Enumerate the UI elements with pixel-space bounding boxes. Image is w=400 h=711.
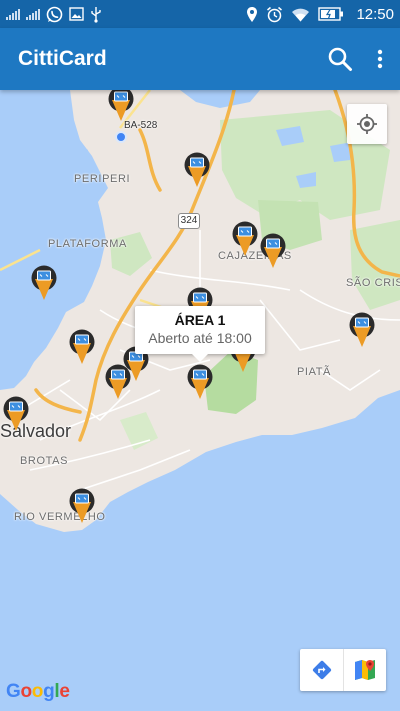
station-marker[interactable] <box>2 396 30 432</box>
station-marker[interactable] <box>68 488 96 524</box>
google-maps-icon <box>355 660 375 680</box>
google-logo: Google <box>6 681 70 702</box>
search-icon <box>328 47 352 71</box>
station-marker[interactable] <box>30 265 58 301</box>
station-pin-icon <box>3 396 29 431</box>
status-bar: 12:50 <box>0 0 400 28</box>
station-pin-icon <box>105 364 131 399</box>
station-pin-icon <box>232 221 258 256</box>
info-window-hours: Aberto até 18:00 <box>148 330 252 346</box>
alarm-icon <box>267 6 283 22</box>
map-view[interactable]: BA-528 324 PERIPERI PLATAFORMA CAJAZEIRA… <box>0 90 400 711</box>
station-marker[interactable] <box>68 329 96 365</box>
app-bar: CittiCard <box>0 28 400 90</box>
station-pin-icon <box>69 488 95 523</box>
open-in-maps-button[interactable] <box>343 649 386 691</box>
app-root: 12:50 CittiCard BA-528 324 PERIPERI PLAT… <box>0 0 400 711</box>
area-label-brotas: BROTAS <box>20 455 69 467</box>
station-pin-icon <box>184 152 210 187</box>
station-marker[interactable] <box>186 364 214 400</box>
status-time: 12:50 <box>356 5 394 23</box>
area-label-plataforma: PLATAFORMA <box>48 238 127 250</box>
area-label-periperi: PERIPERI <box>74 173 131 185</box>
search-button[interactable] <box>320 35 360 83</box>
station-pin-icon <box>31 265 57 300</box>
road-shield-324: 324 <box>178 213 200 229</box>
info-window-title: ÁREA 1 <box>174 312 226 328</box>
location-icon <box>247 6 258 22</box>
status-right-icons: 12:50 <box>246 6 394 23</box>
station-pin-icon <box>349 312 375 347</box>
more-vert-icon <box>377 49 383 69</box>
station-marker[interactable] <box>231 221 259 257</box>
map-toolbar <box>300 649 386 691</box>
battery-icon <box>318 7 344 21</box>
station-pin-icon <box>260 233 286 268</box>
app-title: CittiCard <box>18 47 107 70</box>
crosshair-icon <box>357 114 377 134</box>
app-bar-actions <box>320 35 400 83</box>
area-label-piata: PIATÃ <box>297 366 331 378</box>
area-label-sao-cristovao: SÃO CRIS <box>346 277 400 289</box>
station-pin-icon <box>69 329 95 364</box>
station-pin-icon <box>187 364 213 399</box>
status-left-icons <box>6 6 102 23</box>
station-marker[interactable] <box>104 364 132 400</box>
my-location-dot <box>115 131 127 143</box>
usb-icon <box>91 6 101 23</box>
wifi-icon <box>292 8 310 21</box>
station-marker[interactable] <box>348 312 376 348</box>
directions-button[interactable] <box>300 649 343 691</box>
my-location-button[interactable] <box>347 104 387 144</box>
whatsapp-icon <box>46 6 63 22</box>
signal-icon <box>26 8 40 20</box>
overflow-menu-button[interactable] <box>360 35 400 83</box>
station-marker[interactable] <box>259 233 287 269</box>
directions-icon <box>312 660 331 680</box>
station-marker[interactable] <box>107 90 135 122</box>
station-marker[interactable] <box>183 152 211 188</box>
marker-info-window[interactable]: ÁREA 1 Aberto até 18:00 <box>135 306 265 362</box>
station-pin-icon <box>108 90 134 121</box>
image-icon <box>69 7 84 21</box>
signal-icon <box>6 8 20 20</box>
